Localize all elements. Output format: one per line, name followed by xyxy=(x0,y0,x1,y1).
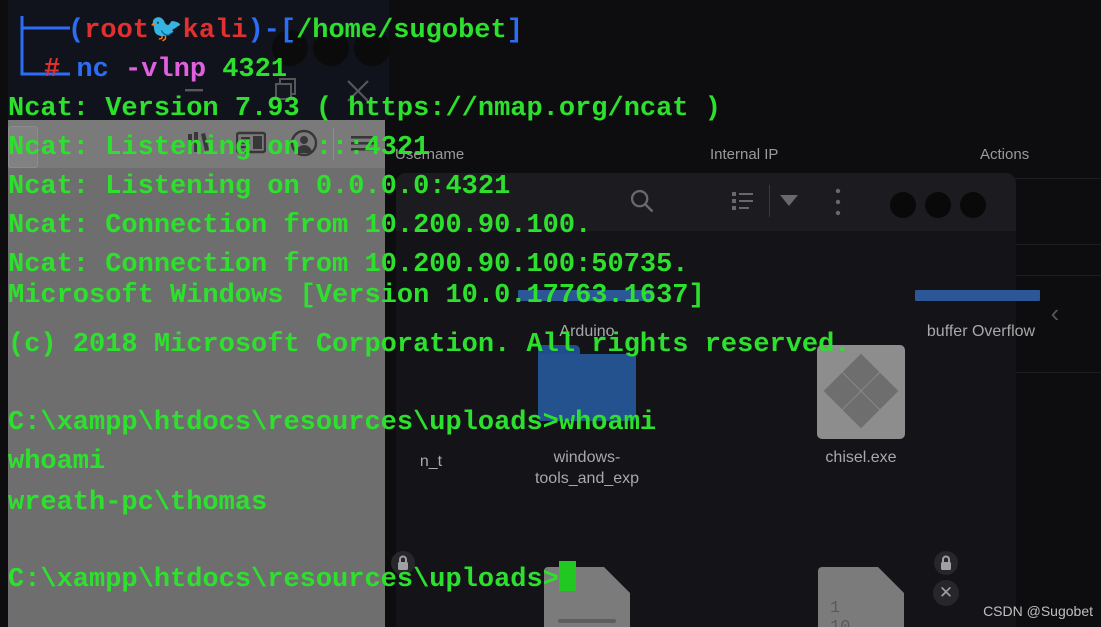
binary-file-icon: 1 10 101 xyxy=(786,563,936,627)
maximize-button[interactable] xyxy=(273,76,299,102)
file-item[interactable]: buffer Overflow xyxy=(906,321,1056,342)
browser-panel[interactable] xyxy=(8,120,385,627)
folder-icon xyxy=(512,343,662,447)
file-manager-titlebar[interactable] xyxy=(396,173,1016,231)
file-item-label: buffer Overflow xyxy=(926,323,1036,340)
file-manager-window[interactable]: Arduino buffer Overflow n_t windows-tool… xyxy=(396,173,1040,627)
window-dot xyxy=(313,30,349,66)
hamburger-menu-icon[interactable] xyxy=(350,133,378,153)
list-view-icon[interactable] xyxy=(732,190,754,212)
table-row-divider xyxy=(1006,372,1101,373)
selection-highlight xyxy=(915,290,1040,301)
toolbar-separator xyxy=(333,128,334,160)
column-header-username: Username xyxy=(395,146,465,163)
table-row-divider xyxy=(1006,244,1101,245)
minimize-button[interactable] xyxy=(183,80,205,100)
file-item[interactable]: chisel.exe xyxy=(786,343,936,468)
watermark: CSDN @Sugobet xyxy=(983,603,1093,619)
minimize-button[interactable] xyxy=(890,192,916,218)
screenshot-root: Username Internal IP Actions ‹ Arduino b… xyxy=(0,0,1101,627)
file-item[interactable]: windows-tools_and_exp xyxy=(512,343,662,489)
lock-icon xyxy=(934,551,958,575)
chevron-down-icon[interactable] xyxy=(778,193,800,207)
window-dot xyxy=(354,30,390,66)
maximize-button[interactable] xyxy=(925,192,951,218)
account-icon[interactable] xyxy=(290,129,318,157)
table-row-divider xyxy=(1006,178,1101,179)
reader-view-icon[interactable] xyxy=(235,130,267,156)
close-button[interactable] xyxy=(343,76,373,106)
close-button[interactable] xyxy=(960,192,986,218)
document-icon xyxy=(512,563,662,627)
terminal-window[interactable] xyxy=(8,0,390,120)
library-icon[interactable] xyxy=(186,130,212,156)
file-manager-body: Arduino buffer Overflow n_t windows-tool… xyxy=(396,231,1040,627)
file-item[interactable]: 1 10 101 xyxy=(786,563,936,627)
column-header-actions: Actions xyxy=(980,146,1030,163)
file-item[interactable] xyxy=(512,563,662,627)
window-dot xyxy=(272,30,308,66)
file-item-label: Arduino xyxy=(559,323,615,340)
file-item-label: windows-tools_and_exp xyxy=(534,449,640,487)
table-row-divider xyxy=(1006,275,1101,276)
kebab-menu-icon[interactable] xyxy=(830,187,846,217)
toolbar-separator xyxy=(769,185,770,217)
lock-icon xyxy=(391,551,415,575)
file-item[interactable]: Arduino xyxy=(512,321,662,342)
browser-toolbar[interactable] xyxy=(8,120,385,168)
file-item-label: chisel.exe xyxy=(825,449,897,466)
selection-highlight xyxy=(518,290,653,301)
back-button[interactable] xyxy=(8,126,38,168)
close-icon[interactable]: ✕ xyxy=(933,580,959,606)
search-icon[interactable] xyxy=(628,187,656,215)
column-header-internal-ip: Internal IP xyxy=(710,146,779,163)
background-table-header: Username Internal IP Actions xyxy=(385,146,1101,174)
executable-icon xyxy=(786,343,936,447)
